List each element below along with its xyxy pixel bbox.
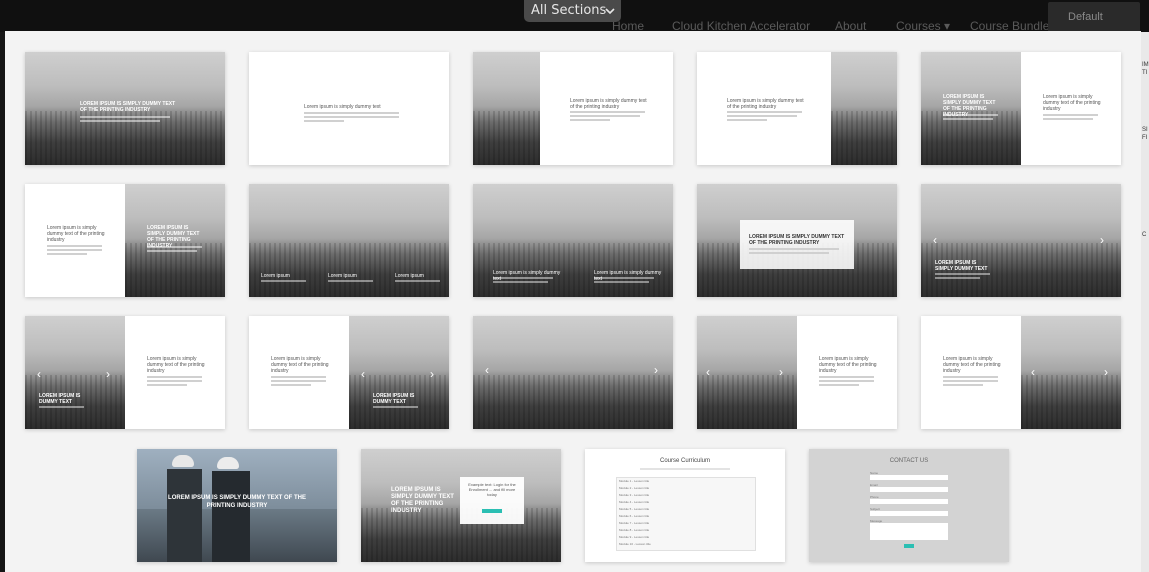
chevron-left-icon: ‹	[485, 363, 489, 377]
section-thumbnail-business-hero[interactable]: LOREM IPSUM IS SIMPLY DUMMY TEXT OF THE …	[137, 449, 337, 562]
section-thumbnail-slider-left-text[interactable]: ‹ › Lorem ipsum is simply dummy text of …	[697, 316, 897, 429]
chevron-left-icon: ‹	[933, 233, 937, 247]
dropdown-label: All Sections	[531, 3, 607, 18]
section-thumbnail-image-right[interactable]: Lorem ipsum is simply dummy text of the …	[697, 52, 897, 165]
chevron-right-icon: ›	[654, 363, 658, 377]
section-thumbnail-image-slider[interactable]: ‹ ›	[473, 316, 673, 429]
default-button: Default	[1048, 2, 1140, 32]
chevron-right-icon: ›	[779, 365, 783, 379]
section-thumbnail-two-columns[interactable]: Lorem ipsum is simply dummy text Lorem i…	[473, 184, 673, 297]
chevron-left-icon: ‹	[37, 367, 41, 381]
chevron-left-icon: ‹	[706, 365, 710, 379]
chevron-right-icon: ›	[430, 367, 434, 381]
section-thumbnail-course-curriculum[interactable]: Course Curriculum Module 1 - Lesson titl…	[585, 449, 785, 562]
section-thumbnail-text-plain[interactable]: Lorem ipsum is simply dummy text	[249, 52, 449, 165]
section-thumbnail-text-slider-right[interactable]: Lorem ipsum is simply dummy text of the …	[249, 316, 449, 429]
all-sections-dropdown[interactable]: All Sections	[524, 0, 621, 22]
right-edge-page: IM TI SI FI C	[1141, 32, 1149, 572]
section-thumbnail-text-slider[interactable]: Lorem ipsum is simply dummy text of the …	[921, 316, 1121, 429]
section-thumbnail-centered-box[interactable]: LOREM IPSUM IS SIMPLY DUMMY TEXT OF THE …	[697, 184, 897, 297]
section-thumbnail-call-to-action[interactable]: LOREM IPSUM IS SIMPLY DUMMY TEXT OF THE …	[361, 449, 561, 562]
section-thumbnail-hero-fullwidth[interactable]: LOREM IPSUM IS SIMPLY DUMMY TEXT OF THE …	[25, 52, 225, 165]
chevron-left-icon: ‹	[361, 367, 365, 381]
chevron-right-icon: ›	[1104, 365, 1108, 379]
chevron-down-icon	[605, 1, 615, 19]
section-thumbnail-three-columns[interactable]: Lorem ipsum Lorem ipsum Lorem ipsum	[249, 184, 449, 297]
section-thumbnail-slider[interactable]: ‹ › LOREM IPSUM IS SIMPLY DUMMY TEXT	[921, 184, 1121, 297]
section-thumbnail-image-text-split[interactable]: LOREM IPSUM IS SIMPLY DUMMY TEXT OF THE …	[921, 52, 1121, 165]
section-thumbnail-contact-us[interactable]: CONTACT US Name Email Phone Subject Mess…	[809, 449, 1009, 562]
section-thumbnail-slider-text-right[interactable]: ‹ › LOREM IPSUM IS DUMMY TEXT Lorem ipsu…	[25, 316, 225, 429]
chevron-right-icon: ›	[106, 367, 110, 381]
section-thumbnail-image-left[interactable]: Lorem ipsum is simply dummy text of the …	[473, 52, 673, 165]
sections-panel: LOREM IPSUM IS SIMPLY DUMMY TEXT OF THE …	[5, 31, 1141, 572]
chevron-right-icon: ›	[1100, 233, 1104, 247]
section-thumbnail-text-image-split[interactable]: Lorem ipsum is simply dummy text of the …	[25, 184, 225, 297]
chevron-left-icon: ‹	[1031, 365, 1035, 379]
